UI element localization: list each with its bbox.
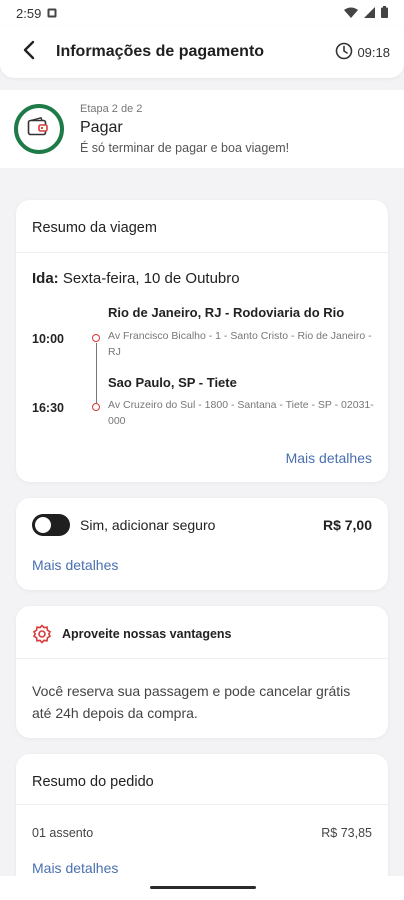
trip-more-details-link[interactable]: Mais detalhes xyxy=(286,450,372,466)
trip-summary-title: Resumo da viagem xyxy=(32,220,157,236)
divider xyxy=(16,252,388,253)
step-label: Etapa 2 de 2 xyxy=(80,103,143,115)
ida-label: Ida: xyxy=(32,270,59,287)
back-button[interactable] xyxy=(16,39,42,65)
wallet-icon xyxy=(27,116,51,142)
route-line xyxy=(95,343,97,403)
gear-badge-icon xyxy=(32,624,52,649)
divider xyxy=(16,658,388,659)
advantages-card: Aproveite nossas vantagens Você reserva … xyxy=(16,606,388,738)
timer-value: 09:18 xyxy=(357,44,390,60)
departure-time: 10:00 xyxy=(32,332,64,346)
gesture-nav-area xyxy=(0,876,404,900)
step-progress-ring xyxy=(14,104,64,154)
signal-icon xyxy=(364,6,375,21)
app-header: Informações de pagamento 09:18 xyxy=(0,26,404,78)
trip-summary-card: Resumo da viagem Ida: Sexta-feira, 10 de… xyxy=(16,200,388,482)
arrival-address: Av Cruzeiro do Sul - 1800 - Santana - Ti… xyxy=(108,399,374,427)
insurance-more-details-link[interactable]: Mais detalhes xyxy=(32,557,118,573)
arrival-time: 16:30 xyxy=(32,401,64,415)
departure-dot xyxy=(92,334,100,342)
gesture-handle[interactable] xyxy=(150,886,256,889)
status-bar: 2:59 xyxy=(0,0,404,26)
order-summary-title: Resumo do pedido xyxy=(32,774,154,790)
arrival-station: Sao Paulo, SP - Tiete xyxy=(108,375,237,390)
order-item-price: R$ 73,85 xyxy=(321,826,372,840)
notification-icon xyxy=(47,6,57,21)
insurance-card: Sim, adicionar seguro R$ 7,00 Mais detal… xyxy=(16,498,388,590)
departure-address: Av Francisco Bicalho - 1 - Santo Cristo … xyxy=(108,330,372,358)
advantages-text: Você reserva sua passagem e pode cancela… xyxy=(32,683,351,721)
wifi-icon xyxy=(344,6,358,21)
arrival-dot xyxy=(92,403,100,411)
back-arrow-icon xyxy=(23,40,35,65)
toggle-knob xyxy=(35,517,51,533)
step-title: Pagar xyxy=(80,119,123,136)
insurance-label: Sim, adicionar seguro xyxy=(80,517,216,533)
page-title: Informações de pagamento xyxy=(56,43,265,60)
step-indicator: Etapa 2 de 2 Pagar É só terminar de paga… xyxy=(0,90,404,168)
step-subtitle: É só terminar de pagar e boa viagem! xyxy=(80,141,290,155)
trip-date: Ida: Sexta-feira, 10 de Outubro xyxy=(32,270,240,287)
insurance-toggle[interactable] xyxy=(32,514,70,536)
order-item-label: 01 assento xyxy=(32,826,94,840)
session-timer: 09:18 xyxy=(335,42,390,63)
ida-date: Sexta-feira, 10 de Outubro xyxy=(58,270,240,287)
insurance-price: R$ 7,00 xyxy=(322,517,372,533)
clock-icon xyxy=(335,42,353,63)
battery-icon xyxy=(381,5,388,21)
departure-station: Rio de Janeiro, RJ - Rodoviaria do Rio xyxy=(108,305,345,320)
order-more-details-link[interactable]: Mais detalhes xyxy=(32,860,118,876)
advantages-title: Aproveite nossas vantagens xyxy=(62,627,232,641)
status-time: 2:59 xyxy=(16,5,42,21)
divider xyxy=(16,804,388,805)
